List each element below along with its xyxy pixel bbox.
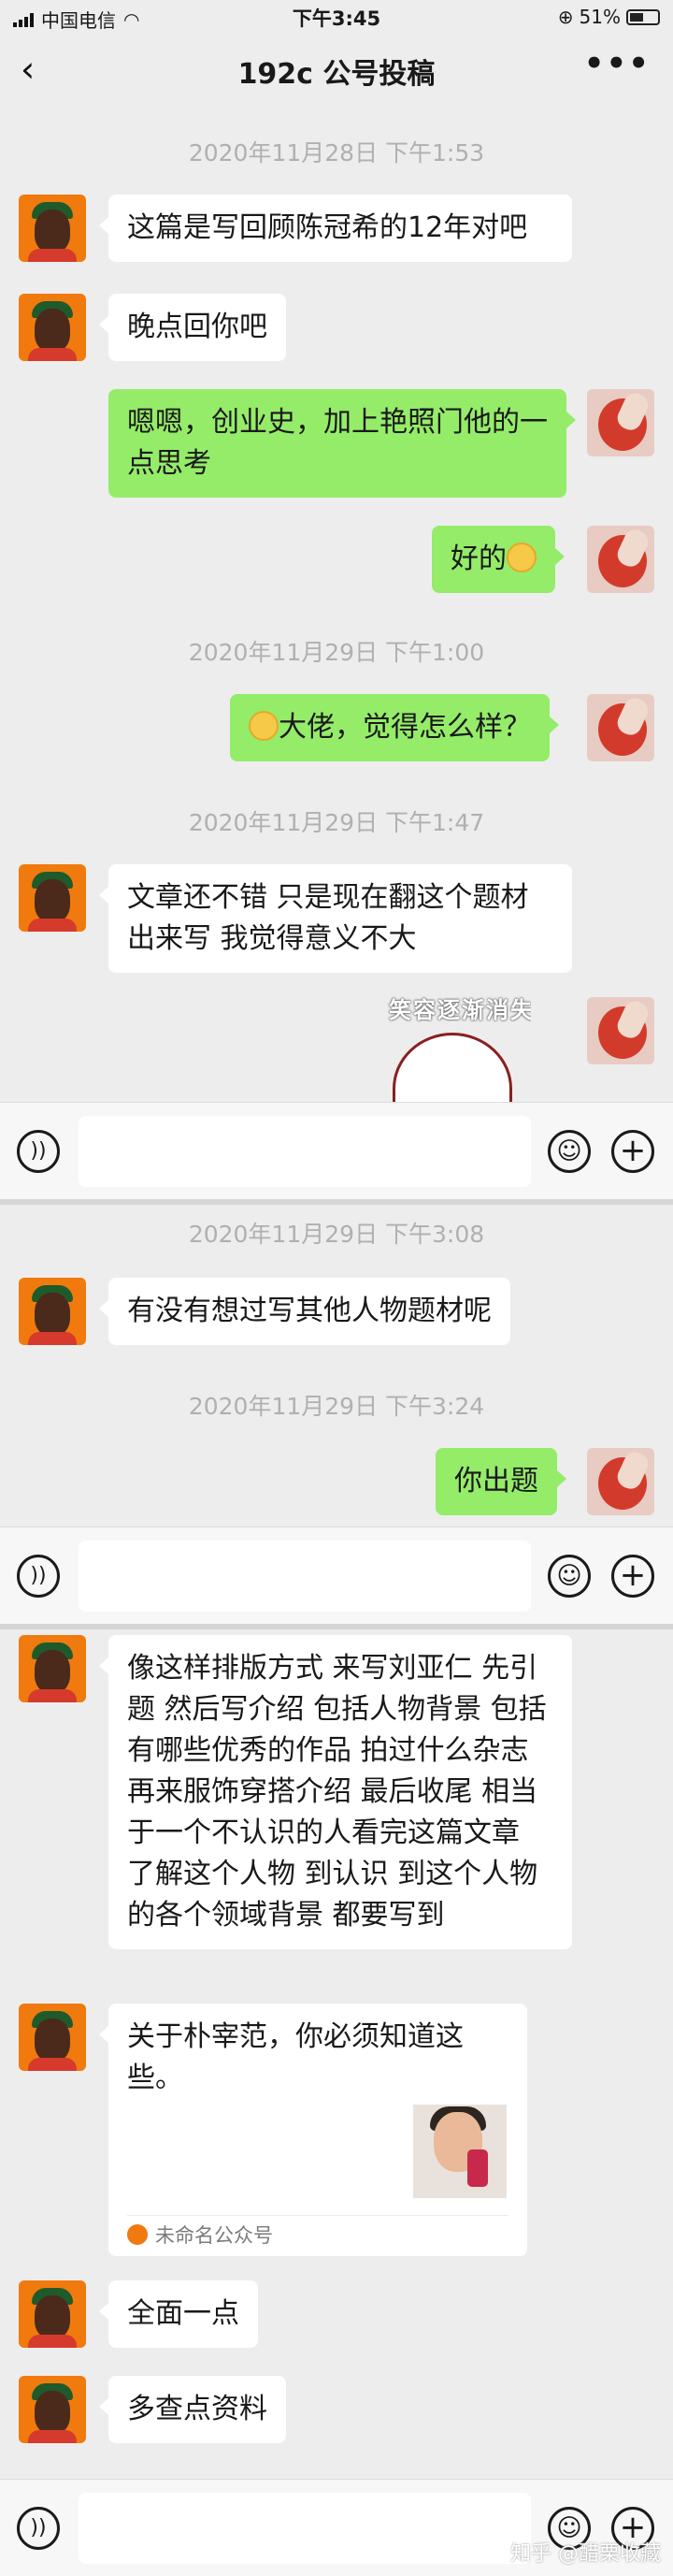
avatar-other[interactable] <box>19 195 86 262</box>
input-bar: )) ☺ + <box>0 1527 673 1624</box>
watermark: 知乎 @醋栗收藏 <box>510 2542 661 2566</box>
card-divider <box>127 2215 508 2216</box>
avatar-self[interactable] <box>587 694 654 761</box>
article-title: 关于朴宰范，你必须知道这些。 <box>127 2020 464 2094</box>
plus-icon[interactable]: + <box>611 1130 654 1173</box>
status-bar: 中国电信 ◠ 下午3:45 ⊕ 51% <box>0 0 673 36</box>
more-options-icon[interactable]: ••• <box>584 45 651 82</box>
avatar-other[interactable] <box>19 2004 86 2071</box>
smile-emoji-icon <box>507 543 537 572</box>
avatar-self[interactable] <box>587 997 654 1064</box>
voice-icon[interactable]: )) <box>17 2507 60 2550</box>
divider <box>0 1624 673 1629</box>
timestamp: 2020年11月29日 下午1:47 <box>188 809 485 836</box>
article-source: 未命名公众号 <box>127 2221 273 2249</box>
message-text: 好的 <box>451 543 507 575</box>
message-bubble[interactable]: 大佬，觉得怎么样？ <box>230 694 559 761</box>
message-bubble[interactable]: 有没有想过写其他人物题材呢 <box>99 1278 510 1345</box>
avatar-other[interactable] <box>19 1278 86 1345</box>
message-bubble[interactable]: 好的 <box>432 526 565 593</box>
article-thumbnail <box>413 2105 507 2198</box>
timestamp: 2020年11月29日 下午1:00 <box>188 639 485 666</box>
message-bubble[interactable]: 嗯嗯，创业史，加上艳照门他的一点思考 <box>108 389 576 498</box>
message-bubble[interactable]: 你出题 <box>436 1448 566 1515</box>
avatar-other[interactable] <box>19 864 86 932</box>
avatar-other[interactable] <box>19 2376 86 2443</box>
message-text: 大佬，觉得怎么样？ <box>279 711 531 744</box>
avatar-self[interactable] <box>587 1448 654 1515</box>
emoji-icon[interactable]: ☺ <box>548 1555 591 1598</box>
chat-title: 192c 公号投稿 <box>237 58 436 91</box>
avatar-other[interactable] <box>19 2280 86 2348</box>
source-name: 未命名公众号 <box>155 2224 273 2247</box>
sticker-text: 笑容逐渐消失 <box>389 997 531 1023</box>
timestamp: 2020年11月28日 下午1:53 <box>188 139 485 166</box>
message-input[interactable] <box>79 1116 531 1187</box>
timestamp: 2020年11月29日 下午3:24 <box>188 1393 485 1420</box>
timestamp: 2020年11月29日 下午3:08 <box>188 1221 485 1248</box>
input-bar: )) ☺ + <box>0 1102 673 1199</box>
avatar-other[interactable] <box>19 294 86 361</box>
orientation-lock-icon: ⊕ <box>557 6 574 28</box>
woozy-emoji-icon <box>249 711 279 741</box>
cat-sticker-icon <box>393 1033 512 1102</box>
message-bubble[interactable]: 文章还不错 只是现在翻这个题材出来写 我觉得意义不大 <box>99 864 572 973</box>
message-input[interactable] <box>79 2493 531 2564</box>
avatar-self[interactable] <box>587 389 654 456</box>
battery-icon <box>626 8 660 25</box>
emoji-icon[interactable]: ☺ <box>548 1130 591 1173</box>
divider <box>0 1199 673 1205</box>
voice-icon[interactable]: )) <box>17 1130 60 1173</box>
avatar-self[interactable] <box>587 526 654 593</box>
plus-icon[interactable]: + <box>611 1555 654 1598</box>
message-bubble[interactable]: 晚点回你吧 <box>99 294 286 361</box>
sticker-image[interactable]: 笑容逐渐消失 <box>381 991 531 1102</box>
message-bubble[interactable]: 全面一点 <box>99 2280 258 2348</box>
message-bubble[interactable]: 多查点资料 <box>99 2376 286 2443</box>
chat-header: ‹ 192c 公号投稿 ••• <box>0 36 673 103</box>
message-bubble[interactable]: 这篇是写回顾陈冠希的12年对吧 <box>99 195 572 262</box>
battery-percent: 51% <box>579 6 621 28</box>
message-input[interactable] <box>79 1541 531 1612</box>
voice-icon[interactable]: )) <box>17 1555 60 1598</box>
avatar-other[interactable] <box>19 1635 86 1702</box>
article-link-card[interactable]: 关于朴宰范，你必须知道这些。 未命名公众号 <box>99 2004 527 2256</box>
message-bubble[interactable]: 像这样排版方式 来写刘亚仁 先引题 然后写介绍 包括人物背景 包括有哪些优秀的作… <box>99 1635 572 1949</box>
official-account-icon <box>127 2224 148 2245</box>
